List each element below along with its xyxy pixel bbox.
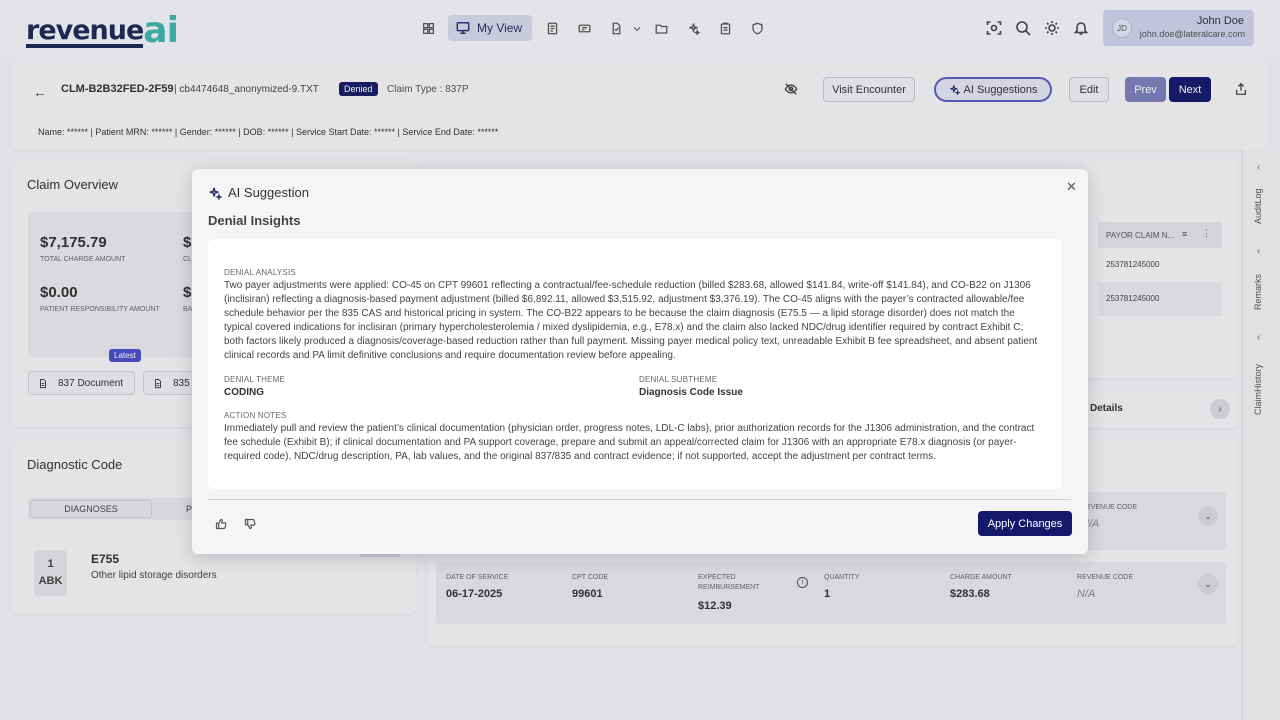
- action-notes-text: Immediately pull and review the patient’…: [224, 423, 1035, 462]
- denial-insights-heading: Denial Insights: [208, 213, 301, 228]
- modal-title-text: AI Suggestion: [228, 185, 309, 200]
- denial-theme-value: CODING: [224, 387, 264, 398]
- close-icon[interactable]: ✕: [1066, 179, 1077, 195]
- denial-subtheme-value: Diagnosis Code Issue: [639, 387, 743, 398]
- denial-theme-label: DENIAL THEME: [224, 375, 286, 384]
- denial-analysis-text: Two payer adjustments were applied: CO-4…: [224, 280, 1038, 361]
- modal-divider: [208, 499, 1071, 500]
- modal-title: AI Suggestion: [208, 185, 309, 200]
- action-notes-label: ACTION NOTES: [224, 411, 287, 420]
- apply-changes-button[interactable]: Apply Changes: [978, 511, 1072, 536]
- thumbs-up-icon[interactable]: [215, 517, 229, 531]
- denial-analysis-label: DENIAL ANALYSIS: [224, 268, 296, 277]
- ai-suggestion-modal: AI Suggestion ✕ Denial Insights DENIAL A…: [192, 169, 1088, 554]
- thumbs-down-icon[interactable]: [244, 517, 258, 531]
- denial-insights-card: DENIAL ANALYSIS Two payer adjustments we…: [208, 239, 1061, 489]
- denial-subtheme-label: DENIAL SUBTHEME: [639, 375, 718, 384]
- sparkle-icon: [209, 187, 222, 200]
